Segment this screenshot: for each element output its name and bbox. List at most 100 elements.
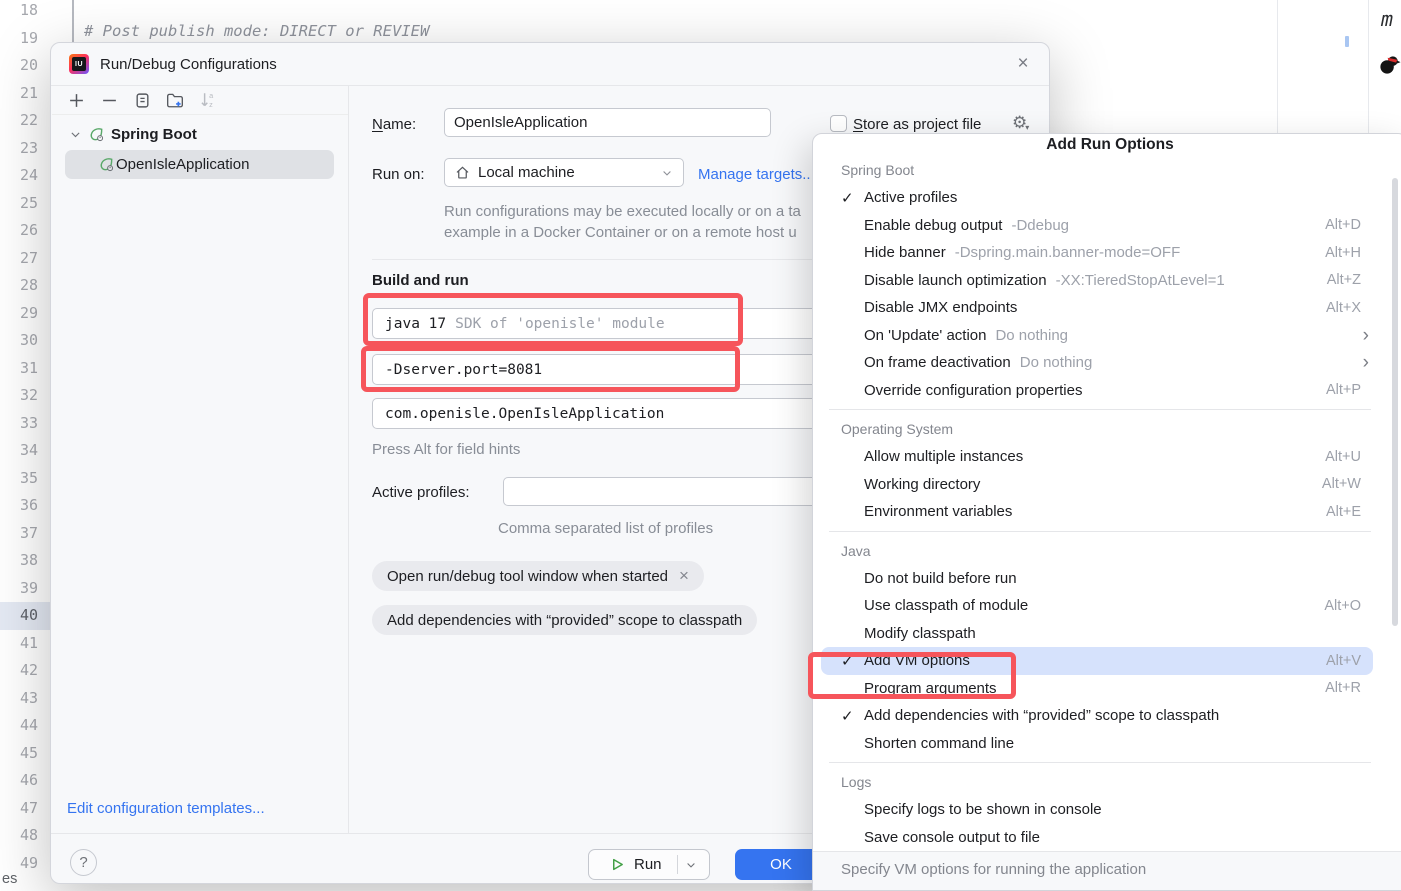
line-number: 27 — [0, 245, 38, 273]
new-folder-icon[interactable] — [166, 91, 184, 109]
dialog-titlebar: IU Run/Debug Configurations × — [51, 43, 1049, 86]
run-on-label: Run on: — [372, 166, 425, 183]
edit-configuration-templates-link[interactable]: Edit configuration templates... — [67, 800, 265, 817]
run-on-help-line1: Run configurations may be executed local… — [444, 203, 801, 220]
menu-item-enable-debug-output[interactable]: Enable debug output-DdebugAlt+D — [813, 212, 1401, 240]
tree-group-spring-boot[interactable]: Spring Boot — [51, 120, 348, 148]
configurations-tree: Spring Boot OpenIsleApplication — [51, 120, 348, 179]
chip-open-tool-window[interactable]: Open run/debug tool window when started … — [372, 561, 704, 591]
menu-item-override-configuration-properties[interactable]: Override configuration propertiesAlt+P — [813, 377, 1401, 405]
popup-scrollbar[interactable] — [1392, 178, 1398, 626]
menu-item-on-frame-deactivation[interactable]: On frame deactivationDo nothing› — [813, 349, 1401, 377]
popup-status-hint: Specify VM options for running the appli… — [813, 851, 1401, 890]
panel-divider — [348, 86, 349, 833]
menu-item-shortcut: Alt+E — [1326, 504, 1361, 520]
line-number: 44 — [0, 712, 38, 740]
chip-provided-scope[interactable]: Add dependencies with “provided” scope t… — [372, 605, 757, 635]
spring-boot-icon — [88, 126, 105, 143]
menu-item-program-arguments[interactable]: Program argumentsAlt+R — [813, 675, 1401, 703]
add-icon[interactable] — [67, 91, 85, 109]
remove-icon[interactable] — [100, 91, 118, 109]
screen: 1819202122232425262728293031323334353637… — [0, 0, 1401, 891]
vm-options-value: -Dserver.port=8081 — [385, 362, 542, 378]
menu-separator — [813, 526, 1401, 537]
line-number: 31 — [0, 355, 38, 383]
tree-item-label: OpenIsleApplication — [116, 156, 249, 173]
line-number: 42 — [0, 657, 38, 685]
run-on-select[interactable]: Local machine — [444, 158, 684, 187]
line-number: 35 — [0, 465, 38, 493]
menu-item-shortcut: Alt+V — [1326, 653, 1361, 669]
menu-item-shortcut: Alt+R — [1325, 680, 1361, 696]
line-number: 26 — [0, 217, 38, 245]
manage-targets-link[interactable]: Manage targets... — [698, 166, 815, 183]
name-input[interactable]: OpenIsleApplication — [444, 108, 771, 137]
checkmark-icon: ✓ — [841, 189, 864, 207]
menu-item-working-directory[interactable]: Working directoryAlt+W — [813, 471, 1401, 499]
submenu-chevron-icon: › — [1363, 353, 1369, 372]
menu-item-shorten-command-line[interactable]: Shorten command line — [813, 730, 1401, 758]
menu-separator — [813, 757, 1401, 768]
help-button[interactable]: ? — [70, 849, 97, 876]
menu-item-label: Enable debug output — [864, 217, 1002, 234]
name-value: OpenIsleApplication — [454, 114, 587, 131]
line-number: 41 — [0, 630, 38, 658]
chevron-down-icon[interactable] — [685, 859, 697, 871]
menu-item-label: Allow multiple instances — [864, 448, 1023, 465]
close-icon[interactable]: × — [1010, 51, 1036, 77]
menu-item-environment-variables[interactable]: Environment variablesAlt+E — [813, 498, 1401, 526]
menu-item-label: Modify classpath — [864, 625, 976, 642]
menu-item-active-profiles[interactable]: ✓Active profiles — [813, 184, 1401, 212]
menu-item-hint: -XX:TieredStopAtLevel=1 — [1056, 272, 1225, 289]
chevron-down-icon — [69, 128, 82, 141]
editor-right-text-fragment: m — [1381, 7, 1393, 31]
chip-label: Open run/debug tool window when started — [387, 568, 668, 585]
run-button[interactable]: Run — [588, 849, 710, 880]
menu-item-specify-logs-to-be-shown-in-console[interactable]: Specify logs to be shown in console — [813, 796, 1401, 824]
sort-icon[interactable]: az — [199, 91, 217, 109]
svg-text:a: a — [209, 91, 214, 100]
menu-item-disable-launch-optimization[interactable]: Disable launch optimization -XX:TieredSto… — [813, 267, 1401, 295]
chip-label: Add dependencies with “provided” scope t… — [387, 612, 742, 629]
chip-close-icon[interactable]: × — [679, 566, 689, 586]
alt-hint-text: Press Alt for field hints — [372, 441, 520, 458]
line-number: 45 — [0, 740, 38, 768]
menu-item-allow-multiple-instances[interactable]: Allow multiple instancesAlt+U — [813, 443, 1401, 471]
line-number: 47 — [0, 795, 38, 823]
line-number: 46 — [0, 767, 38, 795]
gear-icon[interactable]: ⚙▾ — [1012, 113, 1029, 133]
tree-item-openisleapplication[interactable]: OpenIsleApplication — [65, 150, 334, 179]
line-number: 39 — [0, 575, 38, 603]
menu-section-title: Operating System — [813, 415, 1401, 443]
menu-item-add-vm-options[interactable]: ✓Add VM optionsAlt+V — [813, 647, 1401, 675]
menu-item-add-dependencies-with-provided-scope-to-classpath[interactable]: ✓Add dependencies with “provided” scope … — [813, 702, 1401, 730]
popup-menu-list: Spring Boot✓Active profilesEnable debug … — [813, 156, 1401, 851]
line-number: 30 — [0, 327, 38, 355]
copy-icon[interactable] — [133, 91, 151, 109]
menu-item-label: Override configuration properties — [864, 382, 1082, 399]
menu-item-label: On frame deactivation — [864, 354, 1011, 371]
line-number: 22 — [0, 107, 38, 135]
menu-item-use-classpath-of-module[interactable]: Use classpath of moduleAlt+O — [813, 592, 1401, 620]
menu-item-hide-banner[interactable]: Hide banner-Dspring.main.banner-mode=OFF… — [813, 239, 1401, 267]
menu-item-do-not-build-before-run[interactable]: Do not build before run — [813, 565, 1401, 593]
menu-item-modify-classpath[interactable]: Modify classpath — [813, 620, 1401, 648]
menu-section-title: Java — [813, 537, 1401, 565]
menu-item-label: Specify logs to be shown in console — [864, 801, 1102, 818]
menu-item-label: Disable launch optimization — [864, 272, 1047, 289]
checkmark-icon: ✓ — [841, 652, 864, 670]
line-number: 29 — [0, 300, 38, 328]
menu-item-disable-jmx-endpoints[interactable]: Disable JMX endpointsAlt+X — [813, 294, 1401, 322]
menu-item-shortcut: Alt+X — [1326, 300, 1361, 316]
line-number: 36 — [0, 492, 38, 520]
store-as-project-file-label: Store as project file — [853, 116, 981, 133]
menu-item-save-console-output-to-file[interactable]: Save console output to file — [813, 824, 1401, 852]
store-as-project-file-checkbox[interactable] — [830, 115, 847, 132]
line-number: 38 — [0, 547, 38, 575]
checkmark-icon: ✓ — [841, 707, 864, 725]
menu-item-on-update-action[interactable]: On 'Update' actionDo nothing› — [813, 322, 1401, 350]
menu-item-shortcut: Alt+Z — [1327, 272, 1361, 288]
store-label-rest: tore as project file — [863, 116, 981, 133]
line-number: 18 — [0, 0, 38, 25]
menu-item-label: On 'Update' action — [864, 327, 986, 344]
